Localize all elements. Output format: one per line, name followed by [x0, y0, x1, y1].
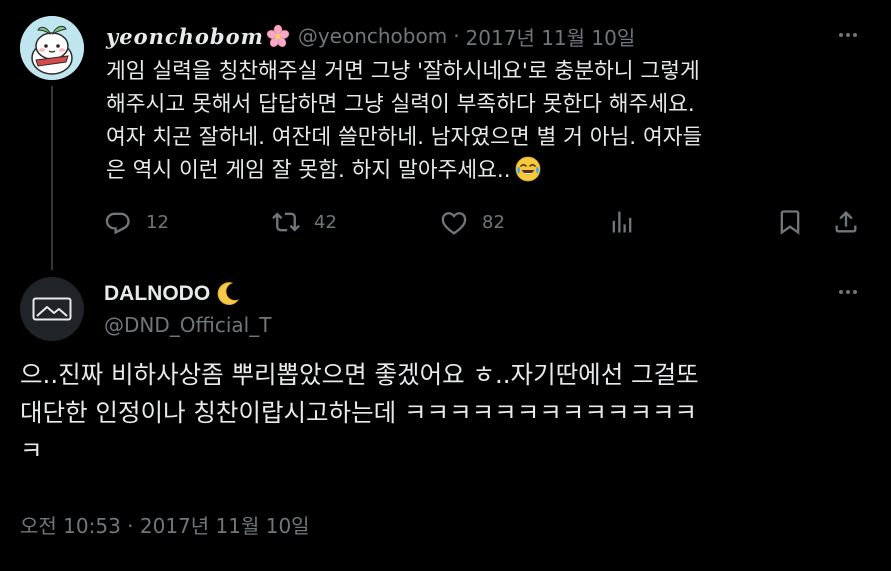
views-button[interactable]: [608, 202, 636, 242]
tweet-text: 으..진짜 비하사상좀 뿌리뽑았으면 좋겠어요 ㅎ..자기딴에선 그걸또 대단한…: [20, 356, 870, 470]
like-count: 82: [482, 211, 505, 233]
reply-count: 12: [146, 211, 169, 233]
dalnodo-logo-icon: [32, 297, 72, 321]
cherry-blossom-icon: [266, 24, 290, 48]
analytics-icon: [612, 211, 632, 233]
share-button[interactable]: [832, 202, 860, 242]
post-timestamp[interactable]: 오전 10:53 · 2017년 11월 10일: [20, 510, 310, 539]
tweet-text-line: 게임 실력을 칭찬해주실 거면 그냥 '잘하시네요'로 충분하니 그렇게: [106, 59, 700, 84]
tweet-text-line: 해주시고 못해서 답답하면 그냥 실력이 부족하다 못한다 해주세요.: [106, 92, 695, 117]
like-button[interactable]: 82: [440, 202, 505, 242]
tweet-text-line: 으..진짜 비하사상좀 뿌리뽑았으면 좋겠어요 ㅎ..자기딴에선 그걸또: [20, 360, 699, 389]
tweet-actions: 12 42 82: [104, 202, 864, 242]
separator-dot: ·: [453, 24, 460, 48]
reply-button[interactable]: 12: [104, 202, 169, 242]
share-icon: [835, 211, 857, 233]
retweet-count: 42: [314, 211, 337, 233]
avatar-illustration-icon: [20, 16, 84, 80]
tweet-text-line: 대단한 인정이나 칭찬이랍시고하는데 ㅋㅋㅋㅋㅋㅋㅋㅋㅋㅋㅋㅋㅋ: [20, 398, 698, 427]
thread-connector-line: [51, 86, 53, 270]
bookmark-icon: [780, 210, 800, 235]
post-date[interactable]: 2017년 11월 10일: [466, 22, 636, 51]
handle[interactable]: @yeonchobom: [298, 24, 447, 48]
tweet-original: yeonchobom @yeonchobom · 2017년 11월 10일 게…: [0, 0, 891, 270]
tweet-text-line-text: 은 역시 이런 게임 잘 못함. 하지 말아주세요..: [106, 158, 511, 183]
tweet-text-line: ㅋ: [20, 436, 43, 465]
tweet-text: 게임 실력을 칭찬해주실 거면 그냥 '잘하시네요'로 충분하니 그렇게 해주시…: [106, 55, 851, 187]
more-dots-icon[interactable]: [833, 277, 863, 307]
reply-icon: [105, 212, 130, 235]
display-name[interactable]: DALNODO: [104, 282, 210, 306]
crescent-moon-icon: [212, 279, 242, 309]
retweet-button[interactable]: 42: [272, 202, 337, 242]
face-with-tears-of-joy-icon: [515, 156, 541, 182]
tweet-header: yeonchobom @yeonchobom · 2017년 11월 10일: [106, 20, 635, 52]
retweet-icon: [272, 212, 300, 232]
bookmark-button[interactable]: [776, 202, 804, 242]
handle[interactable]: @DND_Official_T: [104, 313, 271, 337]
avatar[interactable]: [20, 16, 84, 80]
avatar[interactable]: [20, 277, 84, 341]
more-dots-icon[interactable]: [833, 20, 863, 50]
tweet-header: DALNODO: [104, 279, 242, 309]
tweet-text-line: 여자 치곤 잘하네. 여잔데 쓸만하네. 남자였으면 별 거 아님. 여자들: [106, 125, 703, 150]
heart-icon: [441, 212, 467, 235]
tweet-text-line-last: 은 역시 이런 게임 잘 못함. 하지 말아주세요..: [106, 154, 851, 187]
display-name[interactable]: yeonchobom: [106, 24, 264, 49]
